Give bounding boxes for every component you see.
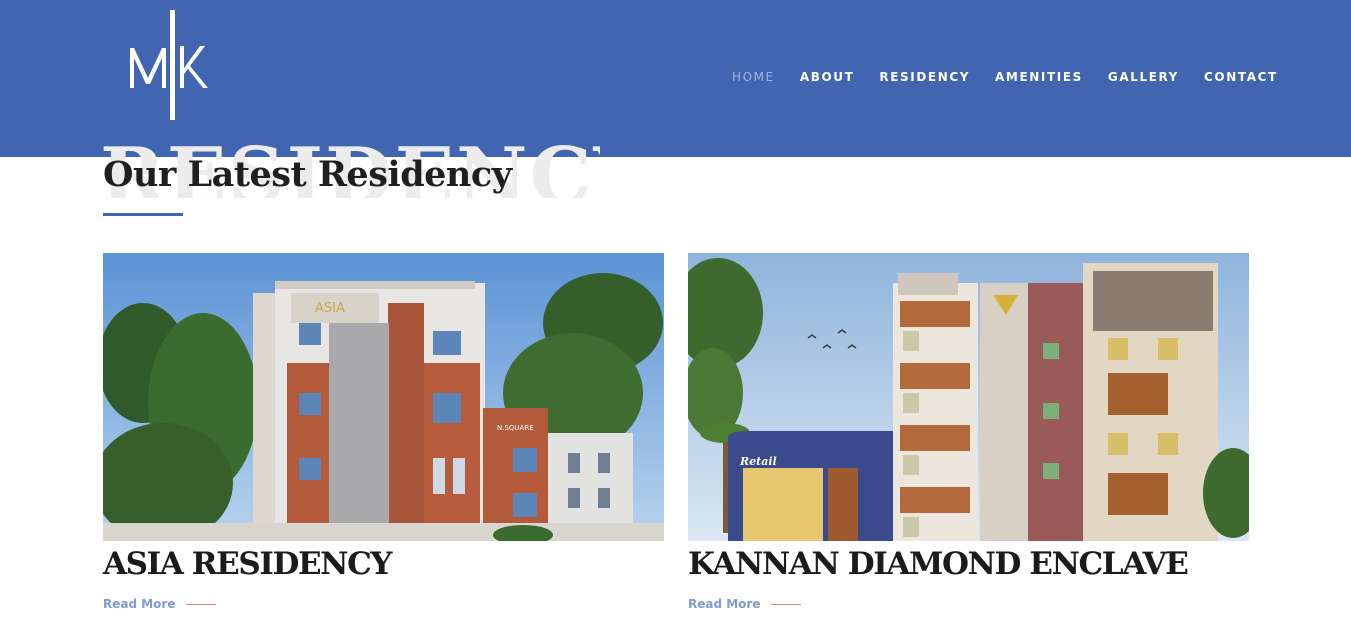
read-more-link[interactable]: Read More: [103, 597, 664, 611]
nav-residency[interactable]: RESIDENCY: [879, 70, 970, 85]
nav-about[interactable]: ABOUT: [800, 70, 855, 85]
read-more-link[interactable]: Read More: [688, 597, 1249, 611]
title-underline: [103, 213, 183, 216]
mk-logo-mark: [130, 10, 208, 120]
nav-amenities[interactable]: AMENITIES: [995, 70, 1083, 85]
card-title: ASIA RESIDENCY: [103, 546, 393, 582]
retail-sign: Retail: [739, 455, 777, 468]
building-illustration: ASIA N.SQUARE: [103, 253, 664, 541]
building-illustration: Retail: [688, 253, 1249, 541]
section-title: Our Latest Residency: [103, 154, 512, 195]
read-more-line: [770, 603, 801, 605]
read-more-line: [185, 603, 216, 605]
read-more-label: Read More: [688, 597, 761, 611]
card-title: KANNAN DIAMOND ENCLAVE: [688, 546, 1189, 582]
residency-card-asia: ASIA N.SQUARE ASIA RESIDENCY Read More: [103, 253, 664, 611]
kannan-diamond-enclave-image[interactable]: Retail: [688, 253, 1249, 541]
site-header: HOME ABOUT RESIDENCY AMENITIES GALLERY C…: [0, 0, 1351, 157]
n-square-sign: N.SQUARE: [497, 424, 534, 432]
nav-contact[interactable]: CONTACT: [1204, 70, 1278, 85]
read-more-label: Read More: [103, 597, 176, 611]
residency-card-kannan: Retail KANNAN DIAMOND ENCLAVE Read More: [688, 253, 1249, 611]
nav-home[interactable]: HOME: [732, 70, 775, 85]
asia-sign: ASIA: [315, 301, 345, 316]
nav-gallery[interactable]: GALLERY: [1108, 70, 1179, 85]
main-nav: HOME ABOUT RESIDENCY AMENITIES GALLERY C…: [732, 70, 1303, 85]
asia-residency-image[interactable]: ASIA N.SQUARE: [103, 253, 664, 541]
mk-logo[interactable]: [126, 8, 226, 123]
